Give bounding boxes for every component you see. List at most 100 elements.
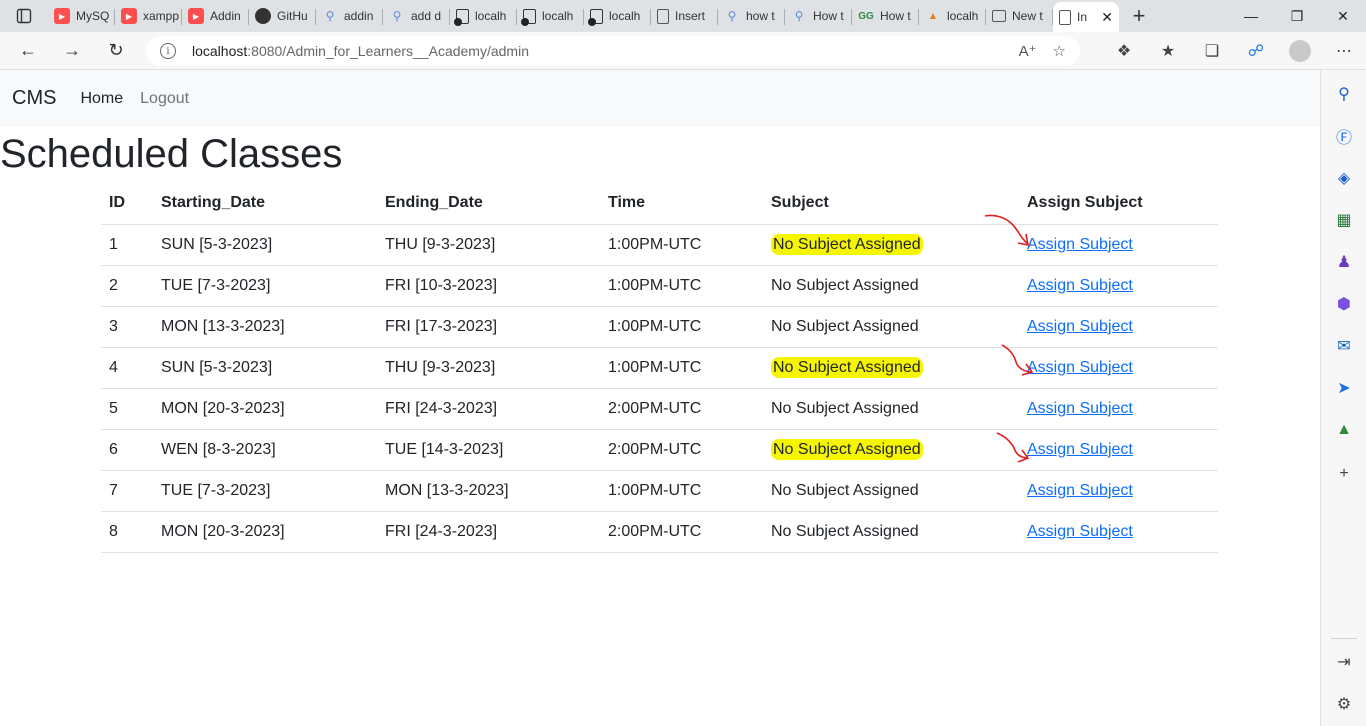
tab-title: In xyxy=(1077,10,1088,24)
cell-assign-subject: Assign Subject xyxy=(1019,511,1218,553)
browser-tab[interactable]: ⚲ how t xyxy=(718,1,785,31)
site-info-icon[interactable]: i xyxy=(160,43,176,59)
assign-subject-link[interactable]: Assign Subject xyxy=(1027,482,1133,499)
tab-actions-button[interactable] xyxy=(0,0,48,32)
refresh-button[interactable]: ↻ xyxy=(94,32,138,70)
tab-list: ▶ MySQ ▶ xampp ▶ Addin GitHu ⚲ addin ⚲ add d localh… xyxy=(48,0,1119,32)
assign-subject-link[interactable]: Assign Subject xyxy=(1027,359,1133,376)
forward-arrow-icon: → xyxy=(63,40,81,60)
cell-time: 2:00PM-UTC xyxy=(600,388,763,430)
bing-icon[interactable]: Ⓕ xyxy=(1334,126,1354,147)
browser-tab[interactable]: ⚲ add d xyxy=(383,1,450,31)
browser-tab[interactable]: New t xyxy=(986,1,1053,31)
refresh-icon: ↻ xyxy=(108,40,124,60)
collections-icon[interactable]: ❏ xyxy=(1190,41,1234,61)
browser-tab[interactable]: GG How t xyxy=(852,1,919,31)
back-arrow-icon: ← xyxy=(19,40,37,60)
tab-title: How t xyxy=(813,9,844,23)
address-bar[interactable]: i localhost:8080/Admin_for_Learners__Aca… xyxy=(146,36,1080,66)
column-header-starting-date: Starting_Date xyxy=(153,183,377,225)
new-tab-button[interactable]: + xyxy=(1119,3,1159,29)
close-tab-icon[interactable]: ✕ xyxy=(1101,9,1113,26)
cell-time: 1:00PM-UTC xyxy=(600,306,763,348)
browser-tab[interactable]: GitHu xyxy=(249,1,316,31)
edge-sidebar: ⚲ Ⓕ ◈ ▦ ♟ ⬢ ✉ ➤ ▲ + ⇥ ⚙ xyxy=(1320,70,1366,726)
add-sidebar-app-icon[interactable]: + xyxy=(1334,464,1354,484)
column-header-assign-subject: Assign Subject xyxy=(1019,183,1218,225)
outlook-icon[interactable]: ✉ xyxy=(1334,336,1354,356)
table-row: 8 MON [20-3-2023] FRI [24-3-2023] 2:00PM-UT… xyxy=(101,511,1218,553)
cell-ending-date: FRI [24-3-2023] xyxy=(377,511,600,553)
forward-button[interactable]: → xyxy=(50,32,94,70)
profile-avatar[interactable] xyxy=(1289,40,1311,62)
phpmyadmin-icon: ▲ xyxy=(928,10,938,22)
tab-title: New t xyxy=(1012,9,1043,23)
tab-title: how t xyxy=(746,9,775,23)
column-header-subject: Subject xyxy=(763,183,1019,225)
tools-icon[interactable]: ▦ xyxy=(1334,210,1354,230)
navbar-brand[interactable]: CMS xyxy=(12,87,56,110)
nav-link-home[interactable]: Home xyxy=(80,90,123,108)
table-row: 6 WEN [8-3-2023] TUE [14-3-2023] 2:00PM-UTC… xyxy=(101,429,1218,471)
restore-icon[interactable]: ❐ xyxy=(1274,0,1320,32)
tab-title: addin xyxy=(344,9,374,23)
browser-tab[interactable]: ⚲ addin xyxy=(316,1,383,31)
browser-tab[interactable]: ▶ Addin xyxy=(182,1,249,31)
assign-subject-link[interactable]: Assign Subject xyxy=(1027,236,1133,253)
assign-subject-link[interactable]: Assign Subject xyxy=(1027,277,1133,294)
search-icon[interactable]: ⚲ xyxy=(1334,84,1354,104)
browser-tab[interactable]: In ✕ xyxy=(1053,2,1119,32)
read-aloud-icon[interactable]: A⁺ xyxy=(1019,42,1037,60)
nav-link-logout[interactable]: Logout xyxy=(140,90,189,108)
url-host: localhost xyxy=(192,43,248,59)
cell-id: 4 xyxy=(101,347,153,389)
tree-icon[interactable]: ▲ xyxy=(1334,420,1354,440)
subject-text: No Subject Assigned xyxy=(771,438,923,460)
assign-subject-link[interactable]: Assign Subject xyxy=(1027,441,1133,458)
document-icon xyxy=(657,8,669,24)
cell-starting-date: SUN [5-3-2023] xyxy=(153,347,377,389)
cell-subject: No Subject Assigned xyxy=(763,511,1019,553)
browser-tab[interactable]: localh xyxy=(517,1,584,31)
minimize-icon[interactable]: — xyxy=(1228,0,1274,32)
microsoft-365-icon[interactable]: ⬢ xyxy=(1334,294,1354,314)
search-icon: ⚲ xyxy=(794,9,804,23)
favorites-icon[interactable]: ★ xyxy=(1146,41,1190,61)
subject-text: No Subject Assigned xyxy=(771,317,919,335)
shopping-tag-icon[interactable]: ◈ xyxy=(1334,168,1354,188)
settings-more-icon[interactable]: ⋯ xyxy=(1322,41,1366,61)
browser-tab[interactable]: ⚲ How t xyxy=(785,1,852,31)
local-page-icon xyxy=(521,8,536,26)
drop-icon[interactable]: ➤ xyxy=(1334,378,1354,398)
browser-tab[interactable]: ▲ localh xyxy=(919,1,986,31)
table-header-row: ID Starting_Date Ending_Date Time Subjec… xyxy=(101,183,1218,225)
subject-text: No Subject Assigned xyxy=(771,233,923,255)
assign-subject-link[interactable]: Assign Subject xyxy=(1027,400,1133,417)
youtube-icon: ▶ xyxy=(188,8,204,24)
geeksforgeeks-icon: GG xyxy=(858,10,874,22)
browser-tab[interactable]: localh xyxy=(450,1,517,31)
tab-title: Addin xyxy=(210,9,241,23)
assign-subject-link[interactable]: Assign Subject xyxy=(1027,523,1133,540)
add-favorite-icon[interactable]: ☆ xyxy=(1053,42,1066,60)
sidebar-settings-icon[interactable]: ⚙ xyxy=(1334,694,1354,714)
assign-subject-link[interactable]: Assign Subject xyxy=(1027,318,1133,335)
browser-tab[interactable]: localh xyxy=(584,1,651,31)
browser-essentials-icon[interactable]: ☍ xyxy=(1234,41,1278,61)
cell-assign-subject: Assign Subject xyxy=(1019,224,1218,266)
table-row: 4 SUN [5-3-2023] THU [9-3-2023] 1:00PM-UTC N… xyxy=(101,347,1218,389)
subject-text: No Subject Assigned xyxy=(771,356,923,378)
back-button[interactable]: ← xyxy=(6,32,50,70)
hide-sidebar-icon[interactable]: ⇥ xyxy=(1334,652,1354,672)
browser-tab[interactable]: ▶ MySQ xyxy=(48,1,115,31)
cell-time: 2:00PM-UTC xyxy=(600,429,763,471)
browser-tab[interactable]: ▶ xampp xyxy=(115,1,182,31)
extensions-icon[interactable]: ❖ xyxy=(1102,41,1146,61)
cell-time: 2:00PM-UTC xyxy=(600,511,763,553)
table-row: 1 SUN [5-3-2023] THU [9-3-2023] 1:00PM-UTC N… xyxy=(101,224,1218,266)
cell-starting-date: SUN [5-3-2023] xyxy=(153,224,377,266)
browser-tab[interactable]: Insert xyxy=(651,1,718,31)
close-window-icon[interactable]: ✕ xyxy=(1320,0,1366,32)
games-icon[interactable]: ♟ xyxy=(1334,252,1354,272)
cell-id: 1 xyxy=(101,224,153,266)
